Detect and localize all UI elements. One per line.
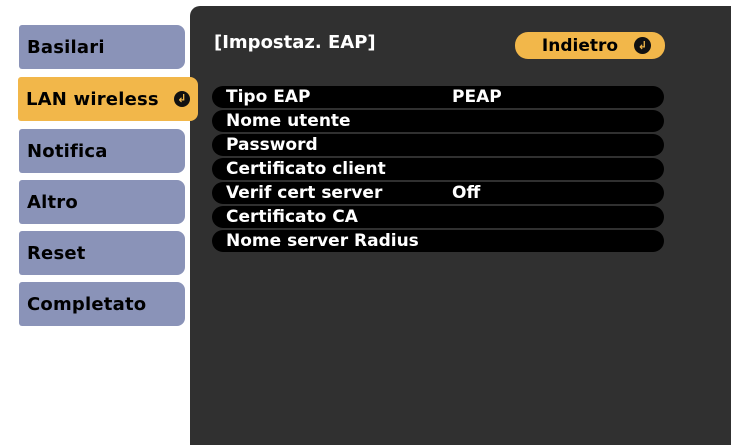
setting-row-password[interactable]: Password	[212, 134, 664, 156]
setting-row-tipo-eap[interactable]: Tipo EAP PEAP	[212, 86, 664, 108]
sidebar-item-reset[interactable]: Reset	[19, 231, 185, 275]
sidebar-item-label: Completato	[27, 293, 147, 315]
enter-icon: ↲	[174, 91, 190, 107]
settings-list: Tipo EAP PEAP Nome utente Password Certi…	[212, 86, 664, 254]
sidebar-item-label: Altro	[27, 191, 78, 213]
setting-label: Verif cert server	[226, 183, 383, 203]
setting-row-nome-server-radius[interactable]: Nome server Radius	[212, 230, 664, 252]
setting-label: Certificato CA	[226, 207, 358, 227]
sidebar-item-label: Notifica	[27, 140, 108, 162]
sidebar-item-label: Reset	[27, 242, 86, 264]
back-button[interactable]: Indietro ↲	[515, 32, 665, 59]
settings-panel: [Impostaz. EAP] Indietro ↲ Tipo EAP PEAP…	[190, 6, 731, 445]
setting-label: Password	[226, 135, 318, 155]
sidebar: Basilari LAN wireless ↲ Notifica Altro R…	[0, 0, 200, 445]
setting-label: Nome server Radius	[226, 231, 419, 251]
sidebar-item-notifica[interactable]: Notifica	[19, 129, 185, 173]
setting-label: Nome utente	[226, 111, 351, 131]
setting-label: Certificato client	[226, 159, 386, 179]
setting-value: Off	[452, 183, 481, 203]
sidebar-item-label: LAN wireless	[26, 88, 159, 110]
sidebar-item-label: Basilari	[27, 36, 105, 58]
sidebar-item-altro[interactable]: Altro	[19, 180, 185, 224]
setting-row-certificato-client[interactable]: Certificato client	[212, 158, 664, 180]
setting-row-verif-cert-server[interactable]: Verif cert server Off	[212, 182, 664, 204]
setting-label: Tipo EAP	[226, 87, 311, 107]
sidebar-item-lan-wireless[interactable]: LAN wireless ↲	[18, 77, 198, 121]
back-button-label: Indietro	[541, 35, 619, 56]
setting-row-certificato-ca[interactable]: Certificato CA	[212, 206, 664, 228]
sidebar-item-completato[interactable]: Completato	[19, 282, 185, 326]
setting-value: PEAP	[452, 87, 502, 107]
panel-title: [Impostaz. EAP]	[214, 32, 376, 53]
sidebar-item-basilari[interactable]: Basilari	[19, 25, 185, 69]
setting-row-nome-utente[interactable]: Nome utente	[212, 110, 664, 132]
enter-icon: ↲	[634, 37, 651, 54]
